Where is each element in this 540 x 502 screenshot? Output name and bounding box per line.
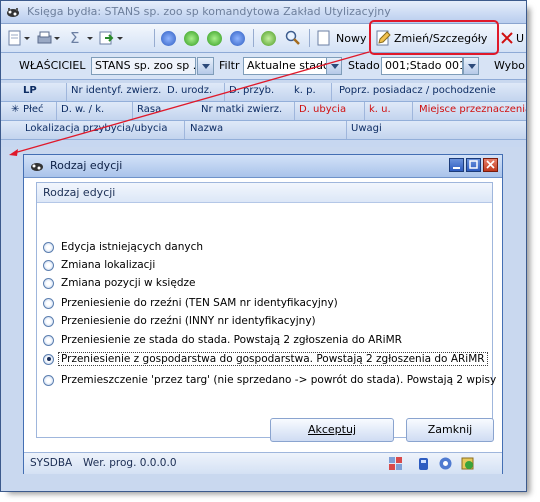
annotation-arrow-icon: [9, 51, 370, 156]
main-window: Księga bydła: STANS sp. zoo sp komandyto…: [0, 0, 527, 492]
